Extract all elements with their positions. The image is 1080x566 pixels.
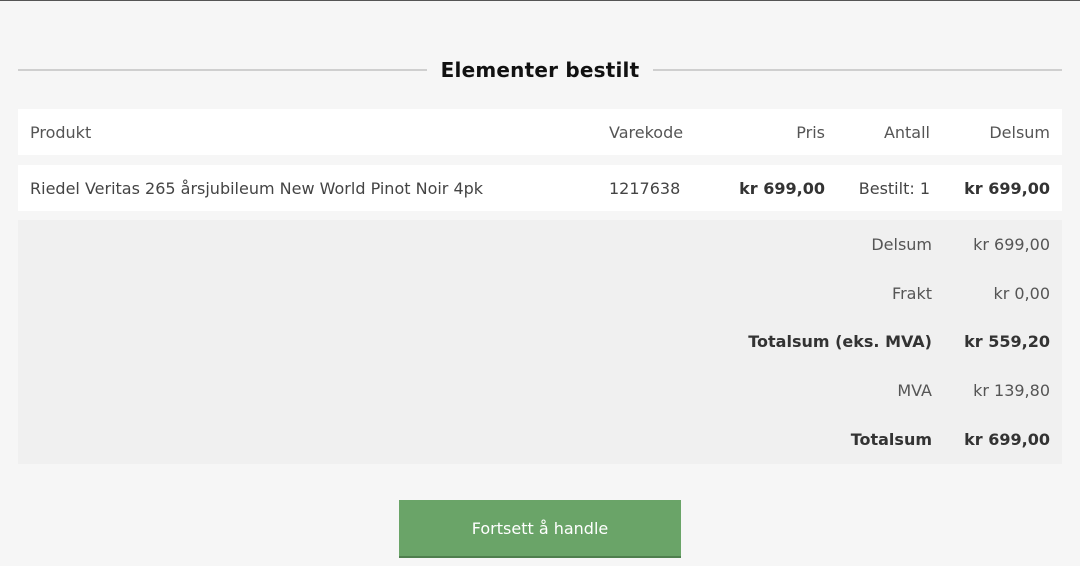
totals-subtotal-row: Delsum kr 699,00	[18, 231, 1062, 257]
subtotal-label: Delsum	[871, 234, 932, 254]
header-product: Produkt	[30, 122, 92, 142]
header-price: Pris	[796, 122, 825, 142]
header-quantity: Antall	[883, 122, 930, 142]
vat-value: kr 139,80	[973, 380, 1050, 400]
top-border	[0, 0, 1080, 1]
section-title: Elementer bestilt	[440, 58, 640, 82]
title-divider-right	[653, 69, 1063, 71]
shipping-value: kr 0,00	[993, 283, 1050, 303]
item-sku: 1217638	[609, 178, 681, 198]
item-quantity: Bestilt: 1	[858, 178, 930, 198]
total-ex-vat-value: kr 559,20	[964, 331, 1050, 351]
totals-vat-row: MVA kr 139,80	[18, 377, 1062, 403]
totals-grand-total-row: Totalsum kr 699,00	[18, 426, 1062, 452]
table-header-row: Produkt Varekode Pris Antall Delsum	[18, 109, 1062, 155]
grand-total-value: kr 699,00	[964, 429, 1050, 449]
ordered-items-table: Produkt Varekode Pris Antall Delsum Ried…	[18, 109, 1062, 211]
shipping-label: Frakt	[892, 283, 932, 303]
header-sku: Varekode	[609, 122, 684, 142]
section-header: Elementer bestilt	[18, 52, 1063, 88]
header-subtotal: Delsum	[989, 122, 1050, 142]
table-row: Riedel Veritas 265 årsjubileum New World…	[18, 165, 1062, 211]
item-product-name: Riedel Veritas 265 årsjubileum New World…	[30, 178, 484, 198]
item-subtotal: kr 699,00	[964, 178, 1050, 198]
title-divider-left	[18, 69, 427, 71]
total-ex-vat-label: Totalsum (eks. MVA)	[748, 331, 932, 351]
grand-total-label: Totalsum	[850, 429, 932, 449]
vat-label: MVA	[897, 380, 932, 400]
order-totals: Delsum kr 699,00 Frakt kr 0,00 Totalsum …	[18, 220, 1062, 464]
subtotal-value: kr 699,00	[973, 234, 1050, 254]
totals-shipping-row: Frakt kr 0,00	[18, 280, 1062, 306]
totals-ex-vat-row: Totalsum (eks. MVA) kr 559,20	[18, 328, 1062, 354]
continue-shopping-button[interactable]: Fortsett å handle	[399, 500, 681, 558]
item-price: kr 699,00	[739, 178, 825, 198]
